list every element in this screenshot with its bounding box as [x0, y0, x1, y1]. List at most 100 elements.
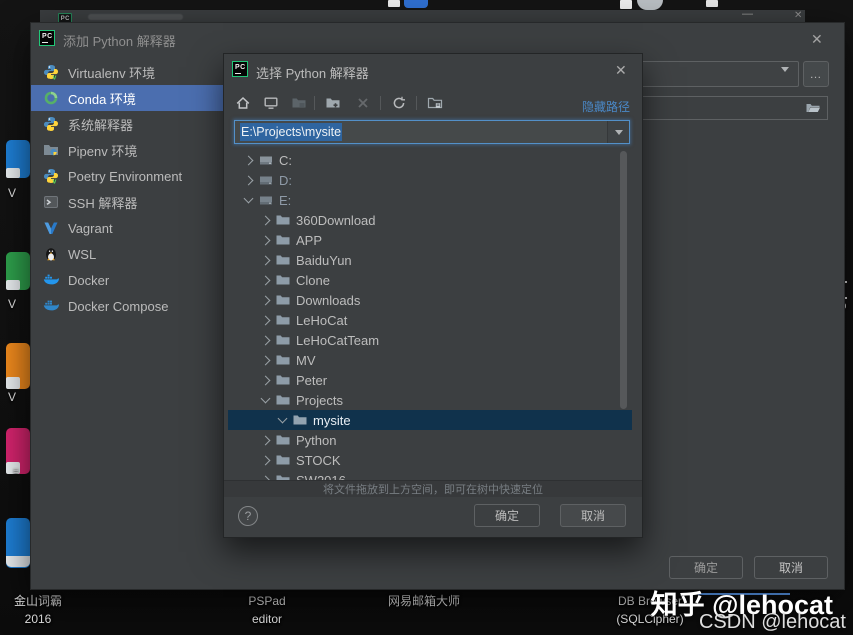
tree-row[interactable]: STOCK [228, 450, 632, 470]
chooser-close-icon[interactable]: ✕ [615, 63, 627, 77]
sidebar-item-ssh[interactable]: SSH 解释器 [31, 189, 231, 215]
tree-row[interactable]: LeHoCat [228, 310, 632, 330]
delete-button[interactable] [352, 92, 374, 114]
help-button[interactable]: ? [238, 506, 258, 526]
svg-text:v: v [53, 75, 57, 81]
chevron-down-icon[interactable] [242, 198, 254, 202]
chevron-right-icon[interactable] [259, 437, 271, 444]
pycharm-logo-icon: PC [232, 61, 248, 77]
desktop-button[interactable] [260, 92, 282, 114]
chevron-down-icon[interactable] [259, 398, 271, 402]
show-hidden-folders-button[interactable] [424, 92, 446, 114]
tree-item-label: APP [296, 233, 322, 248]
pipenv-icon [43, 142, 59, 158]
chevron-right-icon[interactable] [259, 217, 271, 224]
desktop-icon-blue-1-page [6, 168, 20, 178]
chooser-cancel-button[interactable]: 取消 [560, 504, 626, 527]
chevron-right-icon[interactable] [242, 157, 254, 164]
cancel-label: 取消 [779, 559, 803, 576]
chooser-ok-label: 确定 [495, 507, 519, 524]
dialog-title: 添加 Python 解释器 [63, 31, 176, 50]
sidebar-item-system-interpreter[interactable]: 系统解释器 [31, 111, 231, 137]
chevron-right-icon[interactable] [259, 337, 271, 344]
folder-icon [275, 272, 291, 288]
chooser-ok-button[interactable]: 确定 [474, 504, 540, 527]
chevron-right-icon[interactable] [242, 177, 254, 184]
chevron-down-icon[interactable] [276, 418, 288, 422]
show-hidden-folders-icon [427, 95, 443, 111]
refresh-button[interactable] [388, 92, 410, 114]
open-folder-icon[interactable] [805, 100, 821, 116]
tree-row[interactable]: LeHoCatTeam [228, 330, 632, 350]
desktop-label-pspad[interactable]: PSPad editor [234, 592, 300, 628]
tree-row[interactable]: SW2016 [228, 470, 632, 480]
chevron-right-icon[interactable] [259, 237, 271, 244]
home-button[interactable] [232, 92, 254, 114]
desktop-label-netease-mail[interactable]: 网易邮箱大师 [378, 592, 470, 610]
ok-button[interactable]: 确定 [669, 556, 743, 579]
tree-row[interactable]: C: [228, 150, 632, 170]
tree-row[interactable]: BaiduYun [228, 250, 632, 270]
tree-row[interactable]: 360Download [228, 210, 632, 230]
project-folder-button[interactable] [288, 92, 310, 114]
tree-item-label: BaiduYun [296, 253, 352, 268]
vagrant-icon [43, 220, 59, 236]
path-dropdown-button[interactable] [607, 121, 629, 143]
chevron-right-icon[interactable] [259, 357, 271, 364]
tree-row[interactable]: MV [228, 350, 632, 370]
folder-icon [275, 372, 291, 388]
folder-icon [275, 292, 291, 308]
sidebar-item-conda[interactable]: Conda 环境 [31, 85, 231, 111]
tree-row[interactable]: Clone [228, 270, 632, 290]
sidebar-item-docker-compose[interactable]: Docker Compose [31, 293, 231, 319]
new-folder-button[interactable] [322, 92, 344, 114]
chevron-right-icon[interactable] [259, 457, 271, 464]
chevron-right-icon[interactable] [259, 377, 271, 384]
tree-item-label: STOCK [296, 453, 341, 468]
sidebar-item-label: SSH 解释器 [68, 193, 137, 212]
chevron-right-icon[interactable] [259, 277, 271, 284]
path-input[interactable]: E:\Projects\mysite [234, 120, 630, 144]
desktop-icon-fragment-top-2 [404, 0, 428, 8]
tree-row[interactable]: APP [228, 230, 632, 250]
desktop-icon [263, 95, 279, 111]
close-icon[interactable]: ✕ [811, 32, 823, 46]
folder-icon [292, 412, 308, 428]
desktop-label-kingsoft[interactable]: 金山词霸 2016 [2, 592, 74, 628]
toolbar-separator [314, 96, 315, 110]
tree-row[interactable]: Peter [228, 370, 632, 390]
sidebar-item-docker[interactable]: Docker [31, 267, 231, 293]
sidebar-item-pipenv[interactable]: Pipenv 环境 [31, 137, 231, 163]
chooser-title: 选择 Python 解释器 [256, 63, 369, 82]
toolbar-separator [380, 96, 381, 110]
tree-row[interactable]: D: [228, 170, 632, 190]
minimize-icon[interactable]: — [742, 10, 753, 20]
tree-row[interactable]: Downloads [228, 290, 632, 310]
label-line2: editor [234, 610, 300, 628]
tree-item-label: mysite [313, 413, 351, 428]
tree-row[interactable]: Projects [228, 390, 632, 410]
browse-interpreter-button[interactable]: … [803, 61, 829, 87]
tree-scrollbar[interactable] [620, 151, 627, 409]
chevron-right-icon[interactable] [259, 297, 271, 304]
sidebar-item-poetry[interactable]: v Poetry Environment [31, 163, 231, 189]
sidebar-item-label: Docker Compose [68, 299, 168, 314]
cancel-button[interactable]: 取消 [754, 556, 828, 579]
sidebar-item-wsl[interactable]: WSL [31, 241, 231, 267]
sidebar-item-vagrant[interactable]: Vagrant [31, 215, 231, 241]
folder-icon [275, 212, 291, 228]
chevron-right-icon[interactable] [259, 257, 271, 264]
drive-icon [258, 152, 274, 168]
hide-path-link[interactable]: 隐藏路径 [582, 98, 630, 115]
desktop-icon-blue-2-page [6, 556, 30, 567]
chevron-right-icon[interactable] [259, 317, 271, 324]
sidebar-item-virtualenv[interactable]: v Virtualenv 环境 [31, 59, 231, 85]
tree-row-selected[interactable]: mysite [228, 410, 632, 430]
sidebar-item-label: Poetry Environment [68, 169, 182, 184]
tree-row[interactable]: Python [228, 430, 632, 450]
background-close-icon[interactable]: ✕ [794, 10, 802, 21]
drive-icon [258, 172, 274, 188]
tree-item-label: Python [296, 433, 336, 448]
folder-icon [275, 252, 291, 268]
tree-row[interactable]: E: [228, 190, 632, 210]
